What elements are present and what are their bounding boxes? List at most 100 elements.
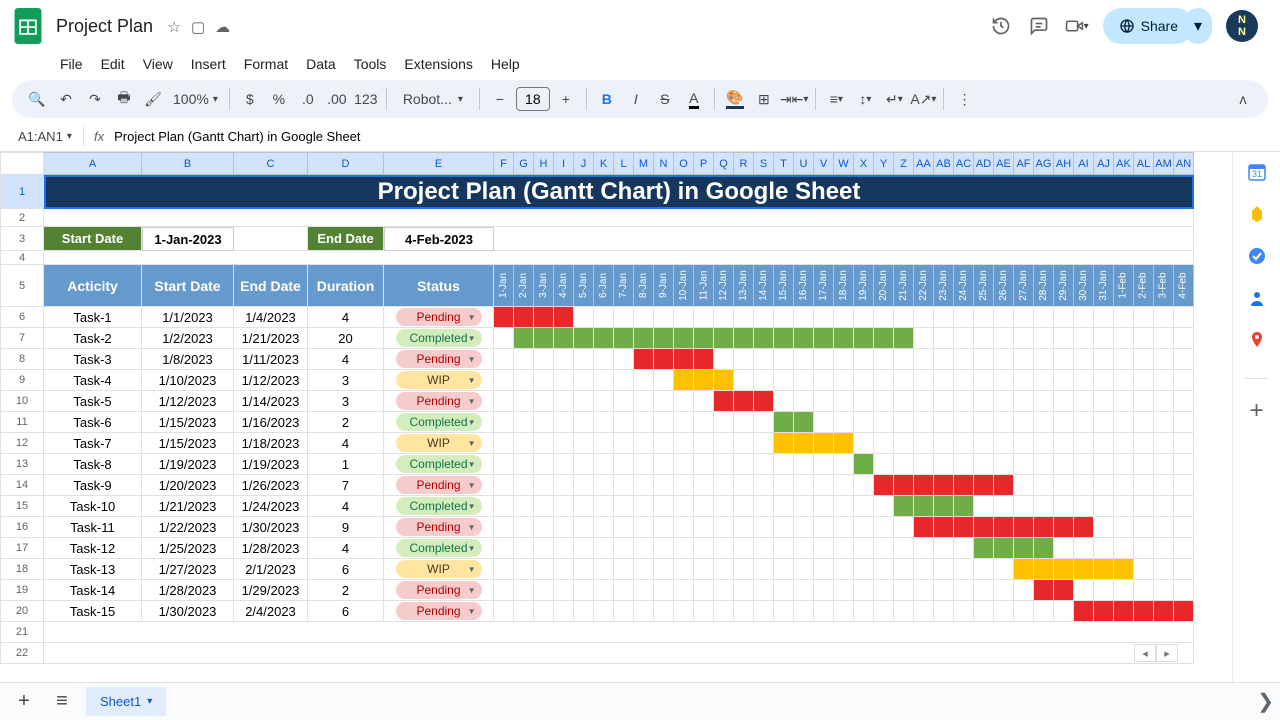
gantt-cell[interactable]	[534, 475, 554, 496]
gantt-cell[interactable]	[814, 475, 834, 496]
task-end[interactable]: 2/1/2023	[234, 559, 308, 580]
gantt-cell[interactable]	[934, 328, 954, 349]
task-start[interactable]: 1/2/2023	[142, 328, 234, 349]
gantt-cell[interactable]	[1074, 601, 1094, 622]
gantt-cell[interactable]	[1174, 559, 1194, 580]
row-header[interactable]: 22	[0, 643, 44, 664]
share-button[interactable]: Share	[1103, 8, 1194, 44]
day-header[interactable]: 6-Jan	[594, 265, 614, 307]
contacts-icon[interactable]	[1247, 288, 1267, 308]
col-header[interactable]: E	[384, 152, 494, 175]
gantt-cell[interactable]	[894, 580, 914, 601]
gantt-cell[interactable]	[634, 349, 654, 370]
gantt-cell[interactable]	[954, 517, 974, 538]
gantt-cell[interactable]	[734, 412, 754, 433]
gantt-cell[interactable]	[894, 328, 914, 349]
print-icon[interactable]: 🖶	[111, 85, 137, 113]
gantt-cell[interactable]	[914, 580, 934, 601]
gantt-cell[interactable]	[1074, 454, 1094, 475]
gantt-cell[interactable]	[734, 433, 754, 454]
gantt-cell[interactable]	[914, 454, 934, 475]
scroll-left-icon[interactable]: ◂	[1134, 644, 1156, 662]
gantt-cell[interactable]	[1074, 307, 1094, 328]
gantt-cell[interactable]	[654, 454, 674, 475]
gantt-cell[interactable]	[674, 349, 694, 370]
gantt-cell[interactable]	[994, 475, 1014, 496]
status-chip[interactable]: Completed	[396, 455, 482, 473]
gantt-cell[interactable]	[534, 559, 554, 580]
day-header[interactable]: 2-Feb	[1134, 265, 1154, 307]
gantt-cell[interactable]	[1034, 349, 1054, 370]
gantt-cell[interactable]	[534, 454, 554, 475]
gantt-cell[interactable]	[534, 349, 554, 370]
gantt-cell[interactable]	[634, 412, 654, 433]
gantt-cell[interactable]	[814, 454, 834, 475]
gantt-cell[interactable]	[1034, 412, 1054, 433]
gantt-cell[interactable]	[814, 601, 834, 622]
gantt-cell[interactable]	[1114, 349, 1134, 370]
gantt-cell[interactable]	[774, 307, 794, 328]
row-header[interactable]: 11	[0, 412, 44, 433]
gantt-cell[interactable]	[774, 517, 794, 538]
gantt-cell[interactable]	[674, 454, 694, 475]
gantt-cell[interactable]	[634, 517, 654, 538]
gantt-cell[interactable]	[754, 454, 774, 475]
gantt-cell[interactable]	[794, 307, 814, 328]
gantt-cell[interactable]	[1114, 580, 1134, 601]
gantt-cell[interactable]	[554, 601, 574, 622]
col-header[interactable]: U	[794, 152, 814, 175]
gantt-cell[interactable]	[1134, 580, 1154, 601]
gantt-cell[interactable]	[654, 538, 674, 559]
gantt-cell[interactable]	[1134, 517, 1154, 538]
gantt-cell[interactable]	[634, 538, 654, 559]
gantt-cell[interactable]	[954, 307, 974, 328]
gantt-cell[interactable]	[874, 580, 894, 601]
gantt-cell[interactable]	[854, 454, 874, 475]
gantt-cell[interactable]	[1094, 517, 1114, 538]
gantt-cell[interactable]	[1094, 433, 1114, 454]
gantt-cell[interactable]	[794, 391, 814, 412]
gantt-cell[interactable]	[1174, 412, 1194, 433]
gantt-cell[interactable]	[674, 433, 694, 454]
tasks-icon[interactable]	[1247, 246, 1267, 266]
gantt-cell[interactable]	[494, 307, 514, 328]
gantt-cell[interactable]	[654, 349, 674, 370]
gantt-cell[interactable]	[654, 328, 674, 349]
task-status[interactable]: Completed	[384, 412, 494, 433]
gantt-cell[interactable]	[574, 601, 594, 622]
gantt-cell[interactable]	[814, 328, 834, 349]
gantt-cell[interactable]	[594, 496, 614, 517]
gantt-cell[interactable]	[574, 391, 594, 412]
task-end[interactable]: 1/11/2023	[234, 349, 308, 370]
gantt-cell[interactable]	[1074, 328, 1094, 349]
row-header[interactable]: 8	[0, 349, 44, 370]
col-header[interactable]: N	[654, 152, 674, 175]
gantt-cell[interactable]	[974, 496, 994, 517]
task-duration[interactable]: 3	[308, 391, 384, 412]
doc-title[interactable]: Project Plan	[52, 14, 157, 39]
star-icon[interactable]: ☆	[168, 18, 181, 36]
gantt-cell[interactable]	[574, 307, 594, 328]
gantt-cell[interactable]	[1034, 391, 1054, 412]
meet-icon[interactable]: ▾	[1065, 14, 1089, 38]
gantt-cell[interactable]	[614, 538, 634, 559]
task-status[interactable]: Completed	[384, 496, 494, 517]
zoom-select[interactable]: 100%▾	[169, 85, 222, 113]
gantt-cell[interactable]	[834, 370, 854, 391]
gantt-cell[interactable]	[1134, 475, 1154, 496]
gantt-cell[interactable]	[854, 580, 874, 601]
gantt-cell[interactable]	[1094, 391, 1114, 412]
cell[interactable]	[44, 209, 1194, 227]
gantt-cell[interactable]	[494, 391, 514, 412]
gantt-cell[interactable]	[874, 370, 894, 391]
gantt-cell[interactable]	[854, 391, 874, 412]
gantt-cell[interactable]	[614, 517, 634, 538]
gantt-cell[interactable]	[894, 412, 914, 433]
gantt-cell[interactable]	[514, 391, 534, 412]
gantt-cell[interactable]	[974, 475, 994, 496]
status-chip[interactable]: Completed	[396, 329, 482, 347]
font-select[interactable]: Robot...▾	[394, 85, 472, 113]
gantt-cell[interactable]	[694, 580, 714, 601]
task-end[interactable]: 1/4/2023	[234, 307, 308, 328]
row-header[interactable]: 4	[0, 251, 44, 265]
